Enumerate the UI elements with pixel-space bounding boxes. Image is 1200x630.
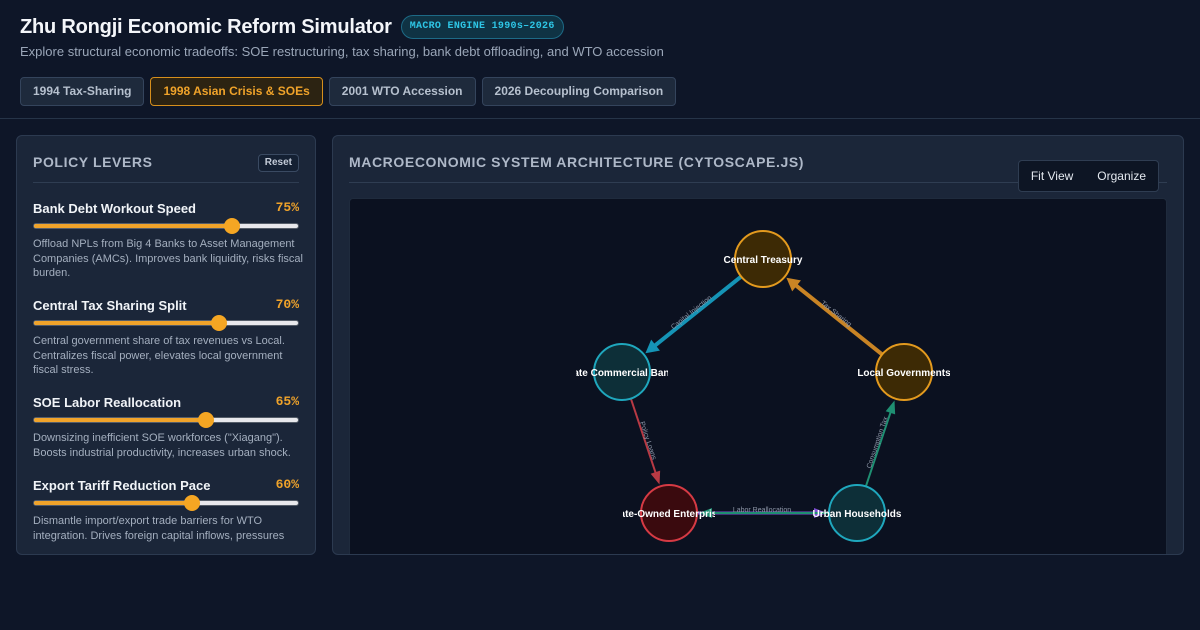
- edge-arrowhead: [650, 470, 661, 485]
- graph-node-banks[interactable]: State Commercial Banks: [563, 343, 681, 401]
- edge-label: Policy Loans: [638, 421, 657, 461]
- lever-name: Bank Debt Workout Speed: [33, 201, 197, 216]
- lever-name: SOE Labor Reallocation: [33, 395, 182, 410]
- lever-value: 60%: [275, 477, 299, 492]
- edge-label: Tax Sharing: [819, 300, 852, 329]
- fit-view-button[interactable]: Fit View: [1019, 161, 1085, 191]
- node-label: Central Treasury: [724, 255, 803, 266]
- tax-sharing-slider[interactable]: [33, 315, 299, 331]
- app-header: Zhu Rongji Economic Reform Simulator MAC…: [0, 0, 1200, 119]
- scenario-tabs: 1994 Tax-Sharing 1998 Asian Crisis & SOE…: [20, 77, 677, 106]
- graph-panel-title: MACROECONOMIC SYSTEM ARCHITECTURE (CYTOS…: [349, 154, 805, 170]
- soe-labor-slider[interactable]: [33, 412, 299, 428]
- slider-fill: [34, 418, 206, 422]
- node-label: State-Owned Enterprises: [610, 509, 729, 520]
- lever-value: 70%: [275, 297, 299, 312]
- graph-edge-treasury-banks[interactable]: Capital Injection: [645, 274, 743, 354]
- page-title: Zhu Rongji Economic Reform Simulator: [20, 15, 392, 38]
- tab-1998-asian-crisis[interactable]: 1998 Asian Crisis & SOEs: [150, 77, 323, 106]
- graph-view-controls: Fit View Organize: [1017, 160, 1159, 192]
- slider-thumb[interactable]: [197, 412, 214, 428]
- policy-levers-panel: POLICY LEVERS Reset Bank Debt Workout Sp…: [16, 135, 316, 555]
- levers-panel-title: POLICY LEVERS: [33, 154, 153, 170]
- node-label: Urban Households: [813, 509, 902, 520]
- export-tariff-slider[interactable]: [33, 495, 299, 511]
- graph-canvas[interactable]: Capital Injection Tax Sharing Policy Loans…: [350, 199, 1167, 555]
- slider-fill: [34, 501, 193, 505]
- graph-edge-households-localgov[interactable]: Consumption Tax: [864, 400, 896, 487]
- lever-value: 65%: [275, 394, 299, 409]
- edge-label: Consumption Tax: [866, 415, 890, 469]
- tab-2026-decoupling[interactable]: 2026 Decoupling Comparison: [481, 77, 677, 106]
- slider-fill: [34, 224, 232, 228]
- bank-debt-slider[interactable]: [33, 218, 299, 234]
- organize-button[interactable]: Organize: [1085, 161, 1158, 191]
- system-architecture-panel: MACROECONOMIC SYSTEM ARCHITECTURE (CYTOS…: [332, 135, 1184, 555]
- graph-edge-localgov-treasury[interactable]: Tax Sharing: [786, 277, 884, 357]
- lever-name: Central Tax Sharing Split: [33, 298, 187, 313]
- levers-panel-header: POLICY LEVERS Reset: [33, 136, 299, 183]
- lever-description: Dismantle import/export trade barriers f…: [33, 515, 285, 542]
- graph-edge-banks-soe[interactable]: Policy Loans: [629, 398, 661, 485]
- slider-thumb[interactable]: [184, 495, 201, 511]
- lever-description: Downsizing inefficient SOE workforces ("…: [33, 432, 291, 459]
- tab-1994-tax-sharing[interactable]: 1994 Tax-Sharing: [20, 77, 145, 106]
- reset-button[interactable]: Reset: [257, 154, 299, 172]
- lever-description: Offload NPLs from Big 4 Banks to Asset M…: [33, 238, 303, 279]
- node-label: State Commercial Banks: [563, 368, 681, 379]
- engine-badge: MACRO ENGINE 1990s–2026: [400, 15, 564, 39]
- title-row: Zhu Rongji Economic Reform Simulator MAC…: [20, 15, 564, 39]
- page-subtitle: Explore structural economic tradeoffs: S…: [20, 44, 664, 59]
- graph-node-households[interactable]: Urban Households: [813, 484, 902, 542]
- lever-value: 75%: [275, 200, 299, 215]
- network-graph[interactable]: Capital Injection Tax Sharing Policy Loans…: [349, 198, 1167, 555]
- lever-description: Central government share of tax revenues…: [33, 335, 285, 376]
- graph-node-soe[interactable]: State-Owned Enterprises: [610, 484, 729, 542]
- edge-arrowhead: [885, 400, 896, 415]
- graph-node-localgov[interactable]: Local Governments: [857, 343, 951, 401]
- edge-label: Capital Injection: [670, 295, 713, 332]
- tab-2001-wto-accession[interactable]: 2001 WTO Accession: [328, 77, 476, 106]
- lever-name: Export Tariff Reduction Pace: [33, 478, 211, 493]
- node-label: Local Governments: [857, 368, 951, 379]
- slider-fill: [34, 321, 219, 325]
- slider-thumb[interactable]: [210, 315, 227, 331]
- slider-thumb[interactable]: [224, 218, 240, 234]
